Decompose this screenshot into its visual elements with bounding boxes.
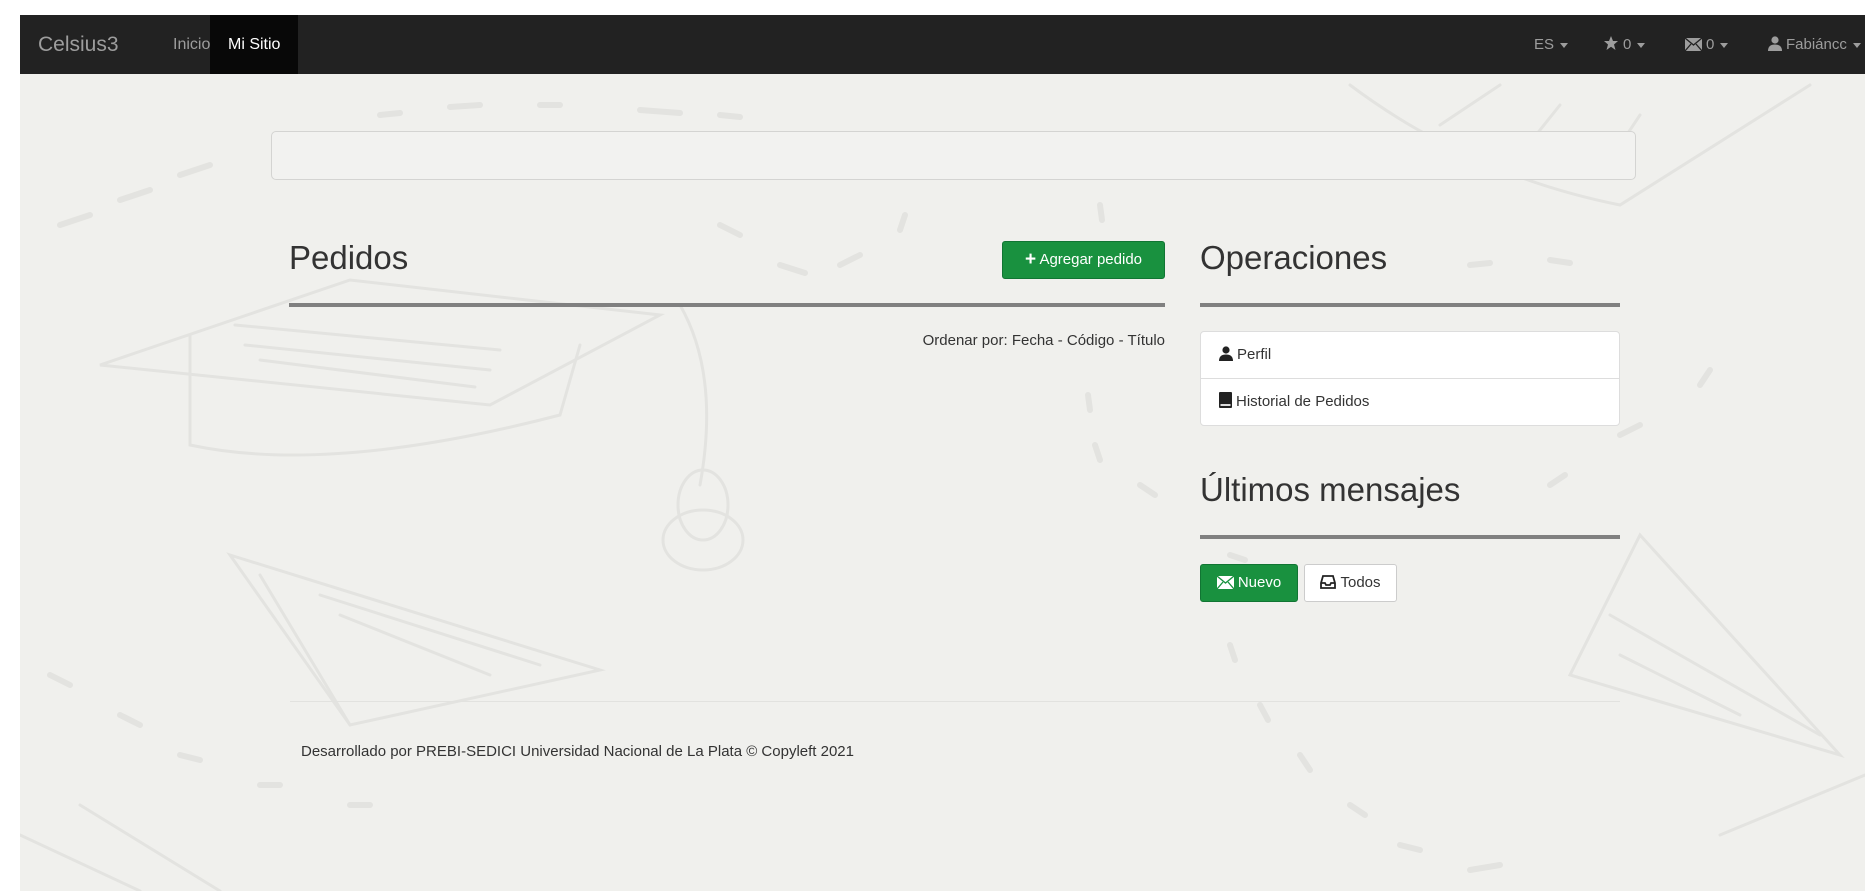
perfil-label: Perfil: [1237, 346, 1272, 363]
pedidos-title: Pedidos: [289, 239, 409, 276]
caret-down-icon: [1720, 42, 1729, 48]
footer-divider: [290, 701, 1620, 702]
sort-by-codigo[interactable]: Código: [1067, 332, 1115, 349]
mensajes-title: Últimos mensajes: [1200, 471, 1461, 508]
historial-label: Historial de Pedidos: [1236, 393, 1370, 410]
list-item-historial[interactable]: Historial de Pedidos: [1201, 378, 1619, 424]
sort-by-fecha[interactable]: Fecha: [1012, 332, 1054, 349]
user-icon: [1768, 36, 1782, 51]
caret-down-icon: [1637, 42, 1646, 48]
book-icon: [1219, 392, 1232, 408]
messages-dropdown[interactable]: 0: [1685, 15, 1729, 74]
caret-down-icon: [1852, 42, 1861, 48]
star-icon: [1604, 36, 1618, 50]
app-frame: Celsius3 Inicio Mi Sitio ES 0 0 Fabiáncc…: [20, 15, 1865, 891]
favorites-count: 0: [1623, 36, 1632, 53]
operaciones-divider: [1200, 303, 1620, 307]
user-name: Fabiáncc: [1786, 36, 1847, 53]
language-label: ES: [1534, 36, 1555, 53]
operaciones-list: Perfil Historial de Pedidos: [1200, 331, 1620, 426]
language-dropdown[interactable]: ES: [1534, 15, 1569, 74]
add-order-label: Agregar pedido: [1039, 251, 1143, 268]
sort-separator: -: [1118, 332, 1124, 349]
list-item-perfil[interactable]: Perfil: [1201, 332, 1619, 378]
nav-mi-sitio[interactable]: Mi Sitio: [210, 15, 299, 74]
favorites-dropdown[interactable]: 0: [1603, 15, 1646, 74]
sort-label: Ordenar por:: [922, 332, 1008, 349]
plus-icon: +: [1024, 249, 1037, 270]
footer-text: Desarrollado por PREBI-SEDICI Universida…: [301, 743, 854, 760]
messages-count: 0: [1706, 36, 1715, 53]
pedidos-divider: [289, 303, 1165, 307]
sort-by-titulo[interactable]: Título: [1127, 332, 1165, 349]
envelope-icon: [1685, 38, 1702, 51]
user-dropdown[interactable]: Fabiáncc: [1768, 15, 1861, 74]
sort-bar: Ordenar por: Fecha - Código - Título: [720, 332, 1165, 349]
new-message-label: Nuevo: [1237, 574, 1282, 591]
add-order-button[interactable]: + Agregar pedido: [1002, 241, 1165, 279]
all-messages-button[interactable]: Todos: [1304, 564, 1397, 602]
operaciones-title: Operaciones: [1200, 239, 1388, 276]
envelope-icon: [1216, 576, 1234, 589]
brand-link[interactable]: Celsius3: [38, 15, 119, 74]
alert-panel: [271, 131, 1636, 180]
new-message-button[interactable]: Nuevo: [1200, 564, 1298, 602]
sort-separator: -: [1057, 332, 1063, 349]
top-navbar: Celsius3 Inicio Mi Sitio ES 0 0 Fabiáncc: [20, 15, 1865, 74]
caret-down-icon: [1560, 42, 1569, 48]
mensajes-divider: [1200, 535, 1620, 539]
all-messages-label: Todos: [1340, 574, 1381, 591]
inbox-icon: [1320, 575, 1337, 589]
user-icon: [1219, 346, 1233, 361]
